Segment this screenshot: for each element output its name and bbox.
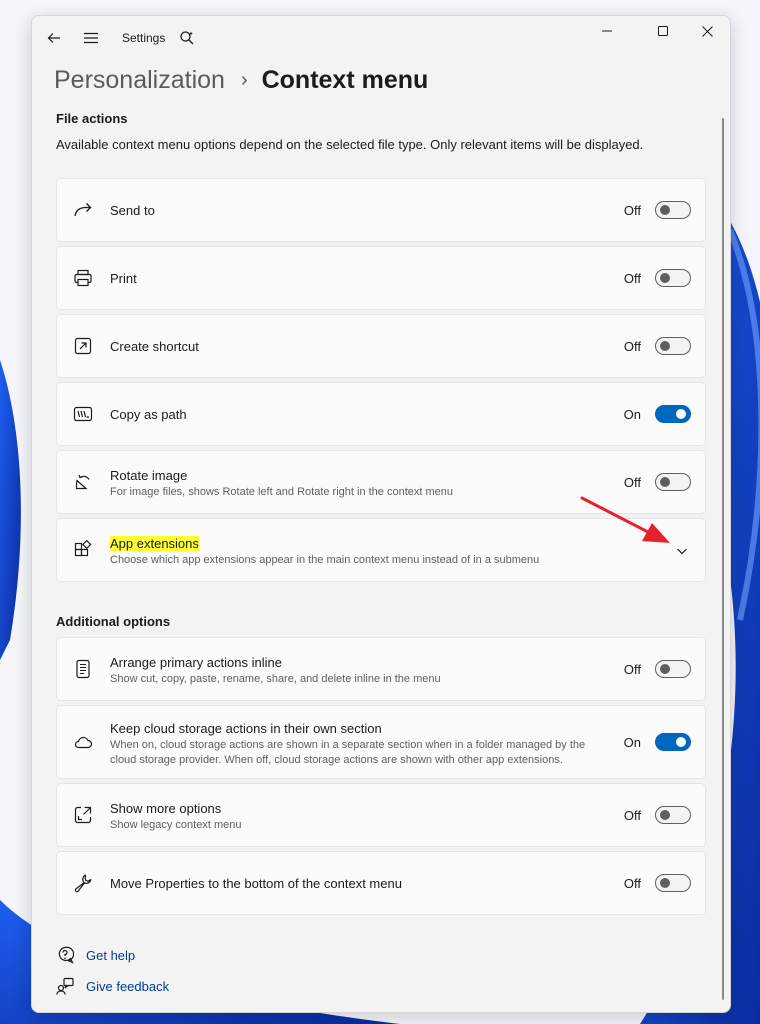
expand-icon: [73, 805, 93, 825]
list-icon: [73, 659, 93, 679]
setting-label: Move Properties to the bottom of the con…: [110, 876, 402, 891]
setting-arrange-primary-actions: Arrange primary actions inline Show cut,…: [56, 637, 706, 701]
setting-label: Print: [110, 271, 137, 286]
rotate-image-toggle[interactable]: [655, 473, 691, 491]
toggle-state-text: Off: [623, 271, 641, 286]
toggle-state-text: On: [623, 735, 641, 750]
section-title-additional-options: Additional options: [56, 614, 171, 629]
toggle-state-text: Off: [623, 876, 641, 891]
printer-icon: [73, 268, 93, 288]
hamburger-icon: [84, 32, 98, 44]
section-title-file-actions: File actions: [56, 111, 128, 126]
toggle-state-text: Off: [623, 339, 641, 354]
search-sparkle-icon: [180, 31, 194, 45]
page-title: Context menu: [261, 65, 429, 94]
minimize-button[interactable]: [584, 16, 630, 46]
setting-description: When on, cloud storage actions are shown…: [110, 739, 586, 766]
setting-label: Rotate image: [110, 468, 188, 483]
setting-print: Print Off: [56, 246, 706, 310]
feedback-icon: [56, 977, 74, 995]
arrange-primary-actions-toggle[interactable]: [655, 660, 691, 678]
toggle-state-text: Off: [623, 475, 641, 490]
help-chat-icon: [56, 946, 74, 964]
create-shortcut-toggle[interactable]: [655, 337, 691, 355]
setting-label: App extensions: [110, 536, 199, 551]
get-help-link[interactable]: Get help: [56, 944, 135, 966]
title-bar: Settings: [32, 16, 730, 60]
toggle-state-text: On: [623, 407, 641, 422]
breadcrumb-parent[interactable]: Personalization: [54, 66, 225, 95]
setting-show-more-options: Show more options Show legacy context me…: [56, 783, 706, 847]
move-properties-toggle[interactable]: [655, 874, 691, 892]
setting-move-properties: Move Properties to the bottom of the con…: [56, 851, 706, 915]
setting-send-to: Send to Off: [56, 178, 706, 242]
shortcut-icon: [73, 336, 93, 356]
setting-label: Show more options: [110, 801, 222, 816]
setting-label: Arrange primary actions inline: [110, 655, 282, 670]
setting-cloud-storage-section: Keep cloud storage actions in their own …: [56, 705, 706, 779]
toggle-state-text: Off: [623, 662, 641, 677]
settings-window: Settings Personalization › Context menu …: [31, 15, 731, 1013]
apps-icon: [73, 540, 93, 560]
close-button[interactable]: [684, 16, 730, 46]
copy-as-path-toggle[interactable]: [655, 405, 691, 423]
back-arrow-icon: [47, 33, 60, 43]
setting-description: Show cut, copy, paste, rename, share, an…: [110, 673, 441, 685]
setting-description: Show legacy context menu: [110, 819, 242, 831]
wrench-icon: [73, 873, 93, 893]
search-button[interactable]: [173, 24, 201, 52]
give-feedback-link[interactable]: Give feedback: [56, 975, 169, 997]
section-description: Available context menu options depend on…: [56, 137, 644, 152]
toggle-state-text: Off: [623, 203, 641, 218]
print-toggle[interactable]: [655, 269, 691, 287]
minimize-icon: [602, 30, 612, 32]
setting-description: Choose which app extensions appear in th…: [110, 554, 540, 566]
get-help-text[interactable]: Get help: [86, 948, 135, 963]
menu-button[interactable]: [77, 24, 105, 52]
share-arrow-icon: [73, 200, 93, 220]
scrollbar[interactable]: [722, 118, 725, 1002]
copy-path-icon: [73, 404, 93, 424]
app-title: Settings: [122, 31, 166, 45]
close-icon: [701, 25, 713, 37]
setting-copy-as-path: Copy as path On: [56, 382, 706, 446]
setting-create-shortcut: Create shortcut Off: [56, 314, 706, 378]
scrollbar-thumb[interactable]: [722, 118, 724, 1000]
setting-app-extensions[interactable]: App extensions Choose which app extensio…: [56, 518, 706, 582]
maximize-icon: [658, 26, 668, 36]
cloud-storage-toggle[interactable]: [655, 733, 691, 751]
chevron-down-icon[interactable]: [675, 544, 689, 558]
maximize-button[interactable]: [640, 16, 686, 46]
setting-description: For image files, shows Rotate left and R…: [110, 486, 454, 498]
send-to-toggle[interactable]: [655, 201, 691, 219]
setting-label: Create shortcut: [110, 339, 199, 354]
give-feedback-text[interactable]: Give feedback: [86, 979, 169, 994]
back-button[interactable]: [40, 24, 68, 52]
breadcrumb-separator: ›: [240, 68, 248, 91]
show-more-options-toggle[interactable]: [655, 806, 691, 824]
setting-label: Send to: [110, 203, 155, 218]
cloud-icon: [73, 732, 93, 752]
setting-label: Copy as path: [110, 407, 187, 422]
breadcrumb: Personalization › Context menu: [54, 60, 428, 100]
setting-rotate-image: Rotate image For image files, shows Rota…: [56, 450, 706, 514]
rotate-icon: [73, 472, 93, 492]
setting-label: Keep cloud storage actions in their own …: [110, 721, 382, 736]
toggle-state-text: Off: [623, 808, 641, 823]
